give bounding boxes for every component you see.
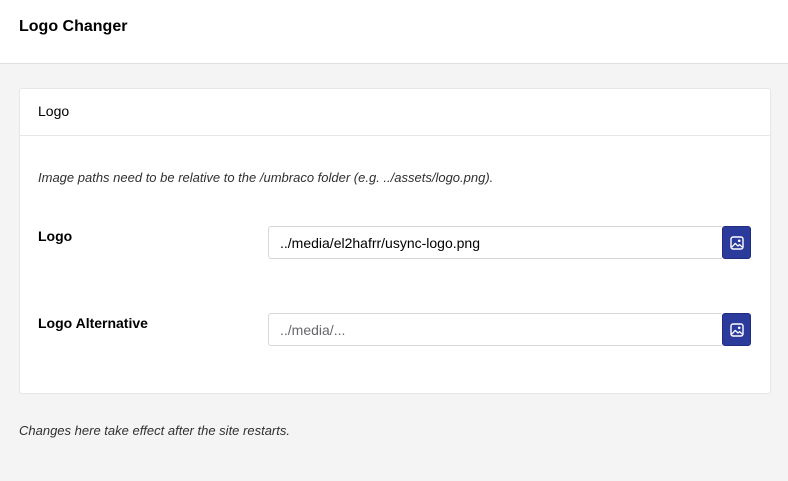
- image-icon: [729, 322, 744, 337]
- panel-header: Logo: [20, 89, 770, 136]
- restart-note: Changes here take effect after the site …: [19, 423, 290, 438]
- logo-field-label: Logo: [38, 228, 73, 244]
- image-icon: [729, 235, 744, 250]
- page-header: Logo Changer: [0, 0, 788, 64]
- logo-field-group: [268, 226, 752, 259]
- panel-title: Logo: [38, 103, 70, 119]
- logo-alternative-field-group: [268, 313, 752, 346]
- page-title: Logo Changer: [19, 18, 128, 35]
- logo-alternative-field-label: Logo Alternative: [38, 315, 148, 331]
- logo-pick-image-button[interactable]: [722, 226, 751, 259]
- path-hint-text: Image paths need to be relative to the /…: [38, 170, 494, 185]
- logo-alternative-path-input[interactable]: [268, 313, 722, 346]
- logo-alternative-pick-image-button[interactable]: [722, 313, 751, 346]
- logo-settings-panel: Logo Image paths need to be relative to …: [19, 88, 771, 394]
- logo-path-input[interactable]: [268, 226, 722, 259]
